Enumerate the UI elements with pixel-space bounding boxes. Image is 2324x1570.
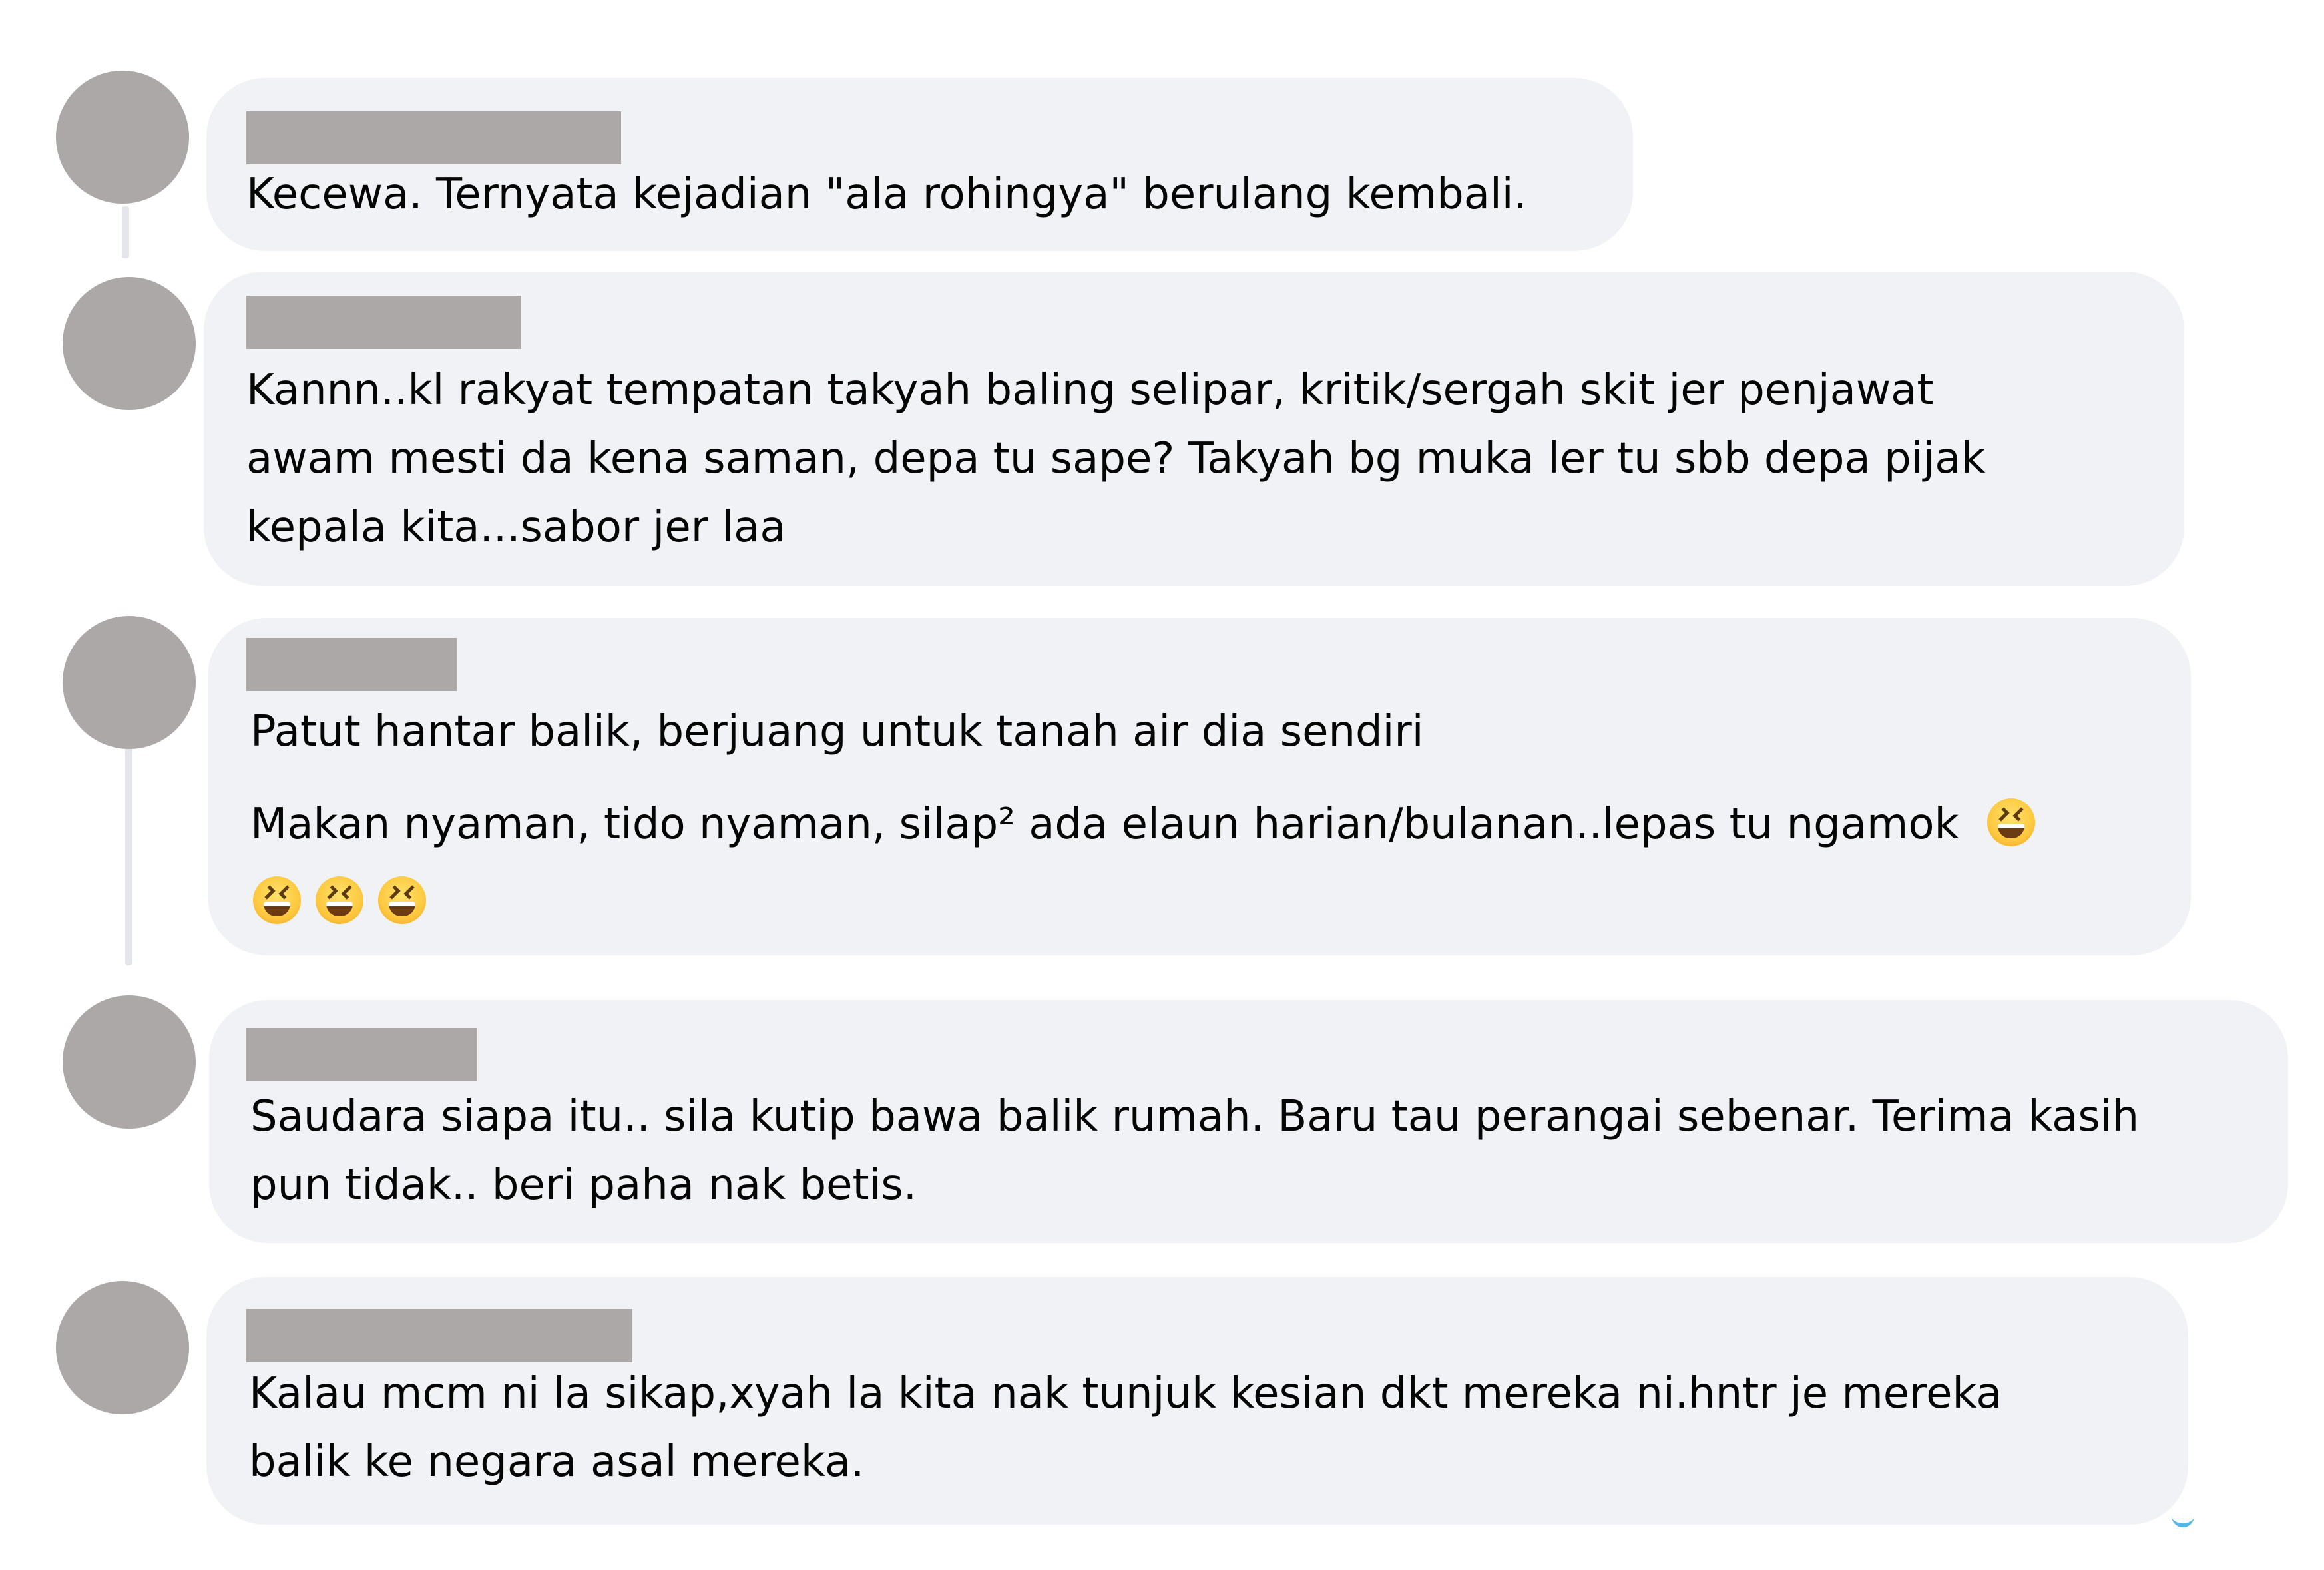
comment-text: Patut hantar balik, berjuang untuk tanah… bbox=[250, 707, 1424, 756]
comment-bubble: Kannn..kl rakyat tempatan takyah baling … bbox=[204, 272, 2184, 586]
grinning-squinting-face-icon bbox=[1986, 798, 2035, 846]
comment-bubble: Saudara siapa itu.. sila kutip bawa bali… bbox=[209, 1000, 2288, 1243]
avatar[interactable] bbox=[56, 71, 189, 204]
comment-text: Saudara siapa itu.. sila kutip bawa bali… bbox=[250, 1092, 2140, 1210]
commenter-name-redacted[interactable] bbox=[246, 111, 621, 164]
emoji-row bbox=[253, 876, 426, 929]
commenter-name-redacted[interactable] bbox=[246, 1028, 477, 1081]
comment-text-line: Makan nyaman, tido nyaman, silap² ada el… bbox=[250, 800, 1959, 849]
thread-line bbox=[122, 206, 129, 258]
commenter-name-redacted[interactable] bbox=[246, 1309, 632, 1362]
comment-bubble: Patut hantar balik, berjuang untuk tanah… bbox=[208, 618, 2191, 955]
grinning-squinting-face-icon bbox=[316, 876, 363, 924]
avatar[interactable] bbox=[63, 995, 196, 1129]
comment-bubble: Kecewa. Ternyata kejadian "ala rohingya"… bbox=[206, 78, 1633, 251]
comment-text: Makan nyaman, tido nyaman, silap² ada el… bbox=[250, 790, 2035, 859]
avatar[interactable] bbox=[63, 616, 196, 749]
grinning-squinting-face-icon bbox=[253, 876, 301, 924]
comment-text: Kecewa. Ternyata kejadian "ala rohingya"… bbox=[246, 170, 1527, 219]
avatar[interactable] bbox=[63, 277, 196, 410]
grinning-squinting-face-icon bbox=[378, 876, 426, 924]
comment-bubble: Kalau mcm ni la sikap,xyah la kita nak t… bbox=[206, 1277, 2188, 1525]
comment-text: Kannn..kl rakyat tempatan takyah baling … bbox=[246, 366, 1986, 552]
avatar[interactable] bbox=[56, 1281, 189, 1414]
comment-text: Kalau mcm ni la sikap,xyah la kita nak t… bbox=[249, 1369, 2002, 1487]
commenter-name-redacted[interactable] bbox=[246, 296, 521, 349]
commenter-name-redacted[interactable] bbox=[246, 638, 457, 691]
thread-line bbox=[125, 739, 132, 965]
reaction-indicator-fragment bbox=[2172, 1515, 2194, 1527]
